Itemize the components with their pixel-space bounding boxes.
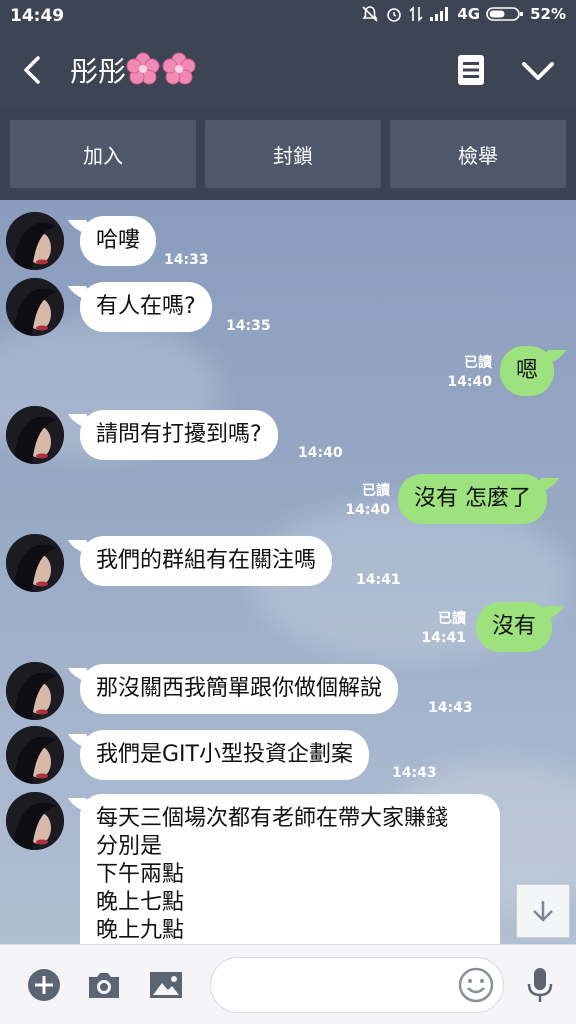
avatar[interactable] [6, 534, 64, 592]
message-bubble-sent[interactable]: 沒有 [476, 602, 553, 652]
message-bubble-sent[interactable]: 沒有 怎麼了 [398, 474, 547, 524]
battery-level: 52% [530, 5, 566, 23]
mute-icon [362, 6, 378, 22]
avatar[interactable] [6, 726, 64, 784]
plus-icon[interactable] [24, 965, 64, 1005]
message-line: 分別是 [96, 834, 163, 859]
network-type: 4G [457, 5, 481, 23]
avatar[interactable] [6, 278, 64, 336]
microphone-icon[interactable] [520, 965, 560, 1005]
status-icons: 4G 52% [361, 5, 566, 23]
action-bar: 加入 封鎖 檢舉 [0, 108, 576, 200]
message-bubble-received[interactable]: 請問有打擾到嗎? [80, 410, 278, 460]
status-bar: 14:49 4G 52% [0, 0, 576, 32]
alarm-icon [387, 8, 402, 22]
add-friend-button[interactable]: 加入 [10, 120, 196, 188]
message-time: 14:41 [356, 572, 401, 588]
message-bubble-received[interactable]: 有人在嗎? [80, 282, 212, 332]
message-time: 14:40 [298, 445, 343, 461]
title-decoration [126, 52, 196, 86]
scroll-to-bottom-button[interactable] [516, 884, 570, 938]
message-line: 晚上九點 [96, 918, 185, 943]
image-icon[interactable] [146, 965, 186, 1005]
message-time: 14:35 [226, 318, 271, 334]
message-time: 14:41 [421, 630, 466, 646]
emoji-icon[interactable] [456, 965, 496, 1005]
data-transfer-icon [409, 6, 423, 22]
message-time: 14:40 [447, 374, 492, 390]
chat-title: 彤彤 [70, 55, 127, 88]
camera-icon[interactable] [84, 965, 124, 1005]
message-time: 14:40 [345, 502, 390, 518]
back-arrow-icon[interactable] [16, 52, 50, 88]
message-line: 晚上七點 [96, 890, 185, 915]
chat-header: 彤彤 [0, 32, 576, 108]
avatar[interactable] [6, 792, 64, 850]
flower-icon [162, 52, 196, 85]
message-bubble-received[interactable]: 我們是GIT小型投資企劃案 [80, 730, 369, 780]
message-read-status: 已讀 [438, 611, 466, 627]
message-read-status: 已讀 [464, 355, 492, 371]
flower-icon [126, 52, 160, 85]
message-line: 每天三個場次都有老師在帶大家賺錢 [96, 806, 449, 831]
message-time: 14:43 [428, 700, 473, 716]
input-bar [0, 944, 576, 1024]
avatar[interactable] [6, 662, 64, 720]
signal-icon [430, 7, 449, 21]
chevron-down-icon[interactable] [518, 54, 558, 86]
block-button[interactable]: 封鎖 [205, 120, 381, 188]
status-time: 14:49 [10, 6, 65, 26]
chat-area[interactable]: 哈嘍 14:33 有人在嗎? 14:35 已讀 14:40 嗯 請問有打擾到嗎?… [0, 200, 576, 944]
avatar[interactable] [6, 406, 64, 464]
message-line: 下午兩點 [96, 862, 185, 887]
message-time: 14:43 [392, 765, 437, 781]
battery-icon [486, 7, 524, 21]
report-button[interactable]: 檢舉 [390, 120, 566, 188]
avatar[interactable] [6, 212, 64, 270]
note-icon[interactable] [454, 52, 488, 88]
message-bubble-received[interactable]: 每天三個場次都有老師在帶大家賺錢 分別是 下午兩點 晚上七點 晚上九點 [80, 794, 500, 944]
message-bubble-received[interactable]: 那沒關西我簡單跟你做個解說 [80, 664, 399, 714]
message-bubble-received[interactable]: 哈嘍 [80, 216, 157, 266]
arrow-down-icon [533, 901, 553, 922]
message-time: 14:33 [164, 252, 209, 268]
message-bubble-sent[interactable]: 嗯 [500, 346, 555, 396]
message-bubble-received[interactable]: 我們的群組有在關注嗎 [80, 536, 333, 586]
message-read-status: 已讀 [362, 483, 390, 499]
